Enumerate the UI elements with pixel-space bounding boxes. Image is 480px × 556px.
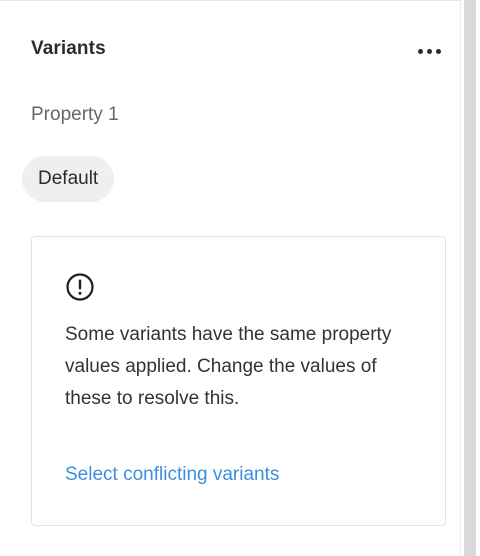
more-options-button[interactable] [410, 37, 448, 65]
variants-panel: Variants Property 1 Default Some variant… [0, 0, 460, 556]
exclamation-circle-icon [66, 273, 94, 301]
section-title: Variants [31, 38, 106, 59]
more-icon-dot [426, 48, 432, 54]
select-conflicting-variants-link[interactable]: Select conflicting variants [65, 464, 279, 486]
scrollbar-thumb[interactable] [464, 0, 476, 556]
more-icon-dot [435, 48, 441, 54]
property-value-chip[interactable]: Default [22, 156, 115, 202]
conflict-warning-card: Some variants have the same property val… [31, 236, 446, 526]
more-horizontal-icon [417, 48, 423, 54]
property-label: Property 1 [31, 104, 119, 125]
warning-message: Some variants have the same property val… [65, 324, 392, 409]
